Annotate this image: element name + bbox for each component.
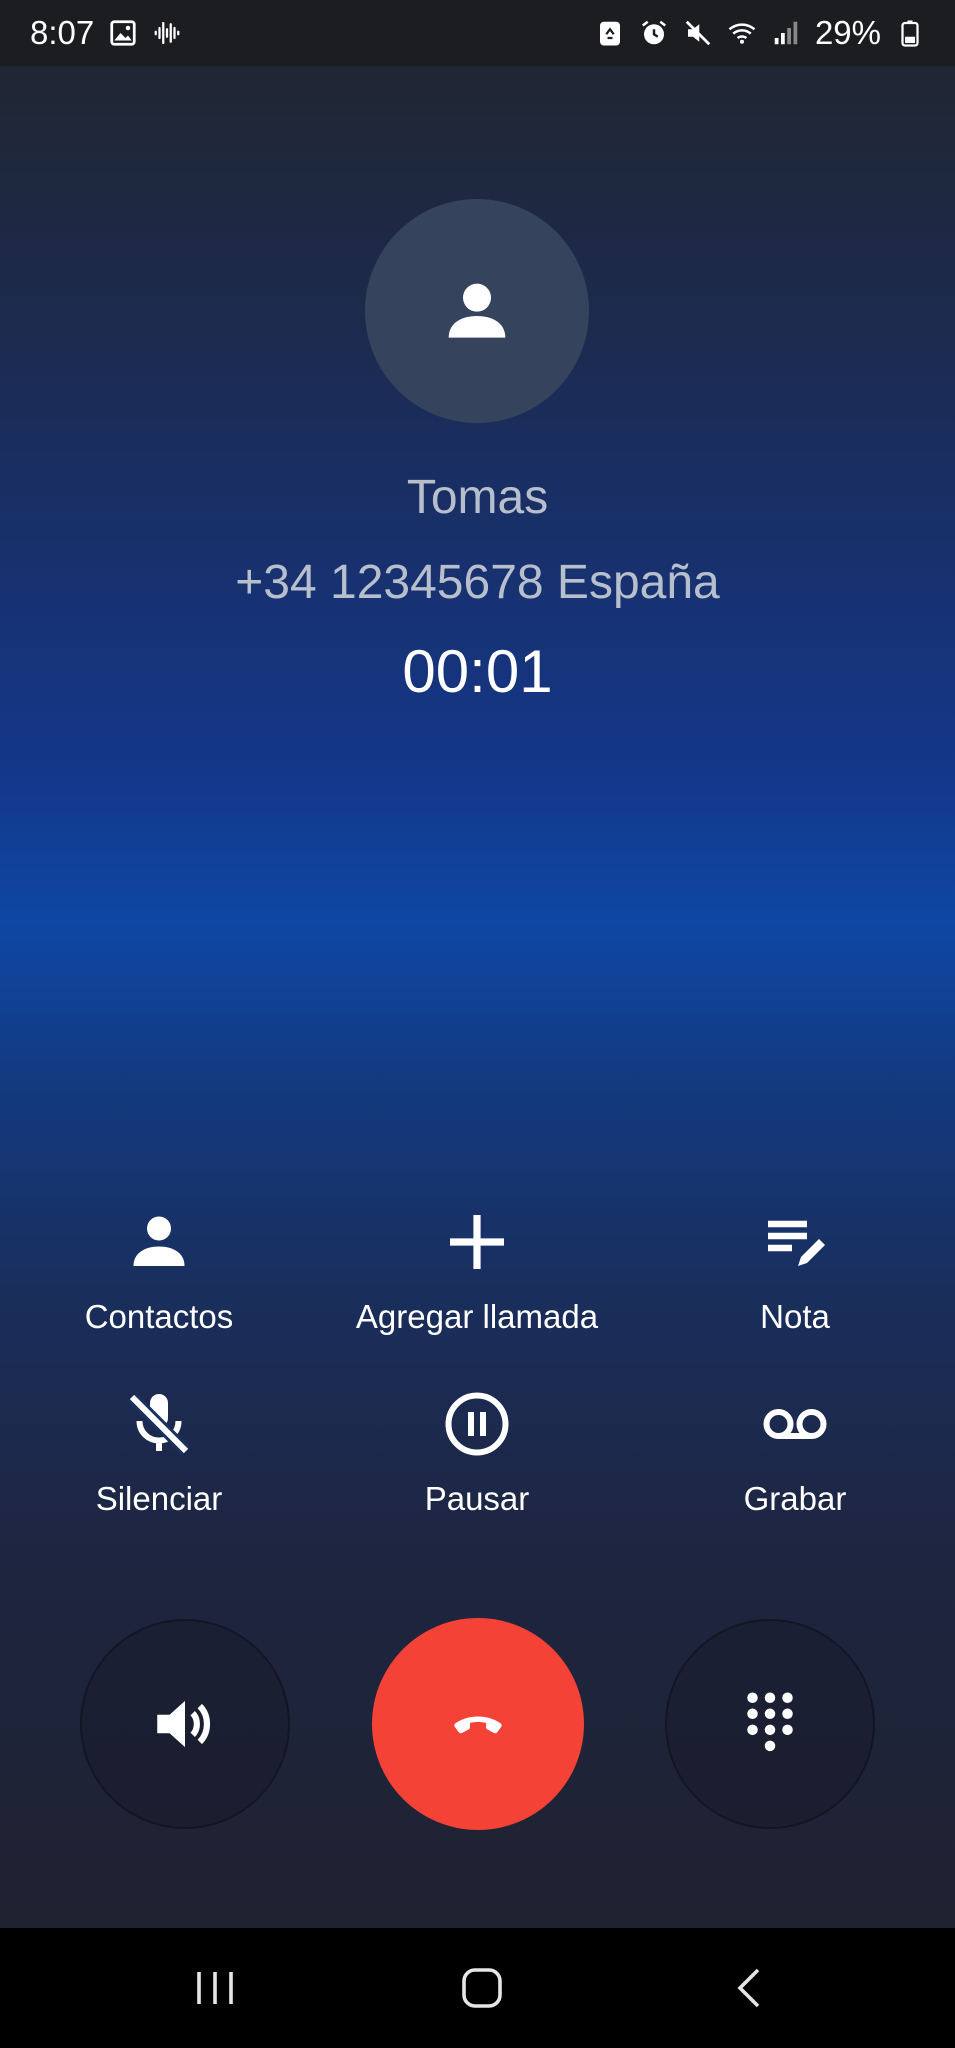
status-bar: 8:07 29% [0, 0, 955, 66]
hold-label: Pausar [424, 1480, 530, 1517]
voicemail-icon [753, 1382, 837, 1466]
navigation-bar [0, 1928, 955, 2048]
image-icon [108, 18, 138, 48]
status-time: 8:07 [30, 14, 95, 51]
mute-label: Silenciar [95, 1480, 223, 1517]
status-bar-right: 29% [595, 14, 925, 52]
mute-button[interactable]: Silenciar [0, 1382, 318, 1518]
battery-icon [895, 18, 925, 48]
caller-name: Tomas [406, 471, 549, 524]
end-call-button[interactable] [372, 1618, 584, 1830]
note-edit-icon [753, 1200, 837, 1284]
contact-avatar [365, 199, 589, 423]
contacts-label: Contactos [84, 1298, 234, 1335]
hold-button[interactable]: Pausar [318, 1382, 636, 1518]
add-icon [435, 1200, 519, 1284]
mute-icon [683, 18, 713, 48]
person-icon [117, 1200, 201, 1284]
person-icon [448, 283, 506, 338]
call-timer: 00:01 [402, 638, 553, 705]
status-bar-left: 8:07 [30, 14, 182, 52]
record-button[interactable]: Grabar [636, 1382, 954, 1518]
recent-apps-icon[interactable] [175, 1958, 255, 2018]
note-button[interactable]: Nota [636, 1200, 954, 1336]
back-icon[interactable] [710, 1958, 790, 2018]
add-call-button[interactable]: Agregar llamada [318, 1200, 636, 1336]
contacts-button[interactable]: Contactos [0, 1200, 318, 1336]
wifi-icon [727, 18, 757, 48]
speaker-button[interactable] [80, 1619, 290, 1829]
battery-percent: 29% [814, 14, 881, 51]
alarm-icon [639, 18, 669, 48]
add-call-label: Agregar llamada [355, 1298, 599, 1335]
recycle-icon [595, 18, 625, 48]
end-call-icon [454, 1716, 502, 1734]
note-label: Nota [760, 1298, 830, 1335]
mic-off-icon [117, 1382, 201, 1466]
home-icon[interactable] [442, 1958, 522, 2018]
caller-number: +34 12345678 España [235, 556, 720, 609]
voice-wave-icon [152, 18, 182, 48]
pause-icon [435, 1382, 519, 1466]
dialpad-icon [747, 1692, 793, 1752]
keypad-button[interactable] [665, 1619, 875, 1829]
record-label: Grabar [743, 1480, 847, 1517]
signal-icon [771, 18, 801, 48]
speaker-icon [157, 1700, 211, 1748]
